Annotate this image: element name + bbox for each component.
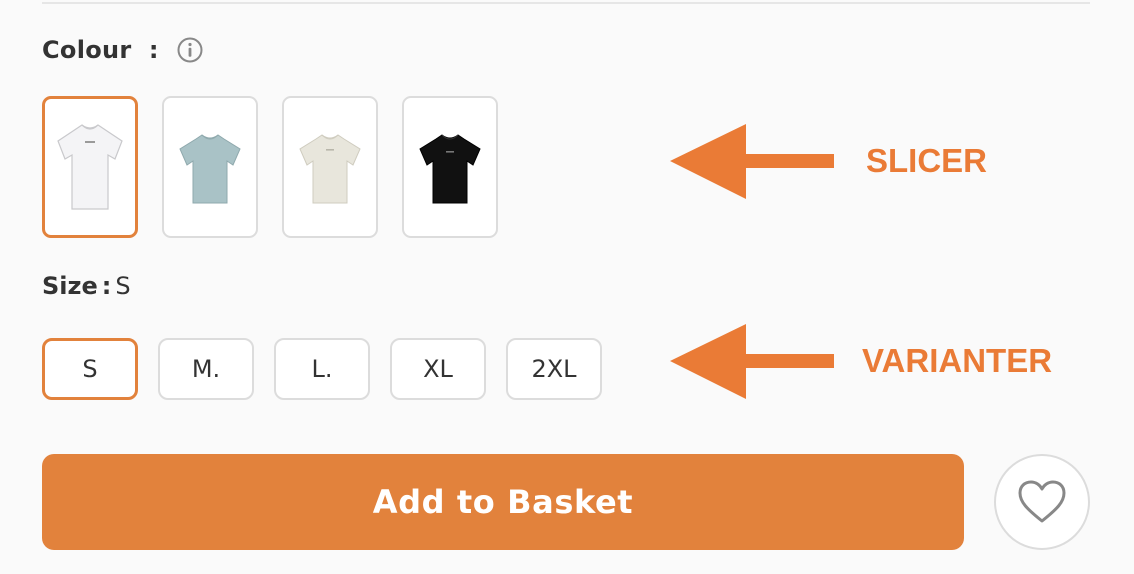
- swatch-light-blue[interactable]: [162, 96, 258, 238]
- swatch-black[interactable]: [402, 96, 498, 238]
- size-current-value: S: [115, 272, 131, 300]
- slicer-arrow: [670, 124, 834, 199]
- size-option-2xl[interactable]: 2XL: [506, 338, 602, 400]
- size-header: Size: S: [42, 272, 131, 300]
- varianter-arrow: [670, 324, 834, 399]
- size-option-s[interactable]: S: [42, 338, 138, 400]
- swatch-white[interactable]: [42, 96, 138, 238]
- size-separator: :: [101, 272, 112, 300]
- info-icon[interactable]: [177, 37, 203, 63]
- size-options: S M. L. XL 2XL: [42, 338, 602, 400]
- colour-swatches: [42, 96, 498, 238]
- colour-label: Colour :: [42, 36, 159, 64]
- slicer-annotation: SLICER: [866, 142, 988, 179]
- tshirt-white-image: [57, 124, 123, 210]
- wishlist-button[interactable]: [994, 454, 1090, 550]
- varianter-annotation: VARIANTER: [862, 342, 1053, 379]
- divider: [42, 2, 1090, 4]
- size-option-l[interactable]: L.: [274, 338, 370, 400]
- size-label: Size: [42, 272, 98, 300]
- swatch-off-white[interactable]: [282, 96, 378, 238]
- size-option-m[interactable]: M.: [158, 338, 254, 400]
- tshirt-off-white-image: [299, 134, 361, 204]
- heart-icon: [1018, 480, 1066, 523]
- tshirt-light-blue-image: [179, 134, 241, 204]
- colour-header: Colour :: [42, 36, 203, 64]
- size-option-xl[interactable]: XL: [390, 338, 486, 400]
- tshirt-black-image: [419, 134, 481, 204]
- add-to-basket-button[interactable]: Add to Basket: [42, 454, 964, 550]
